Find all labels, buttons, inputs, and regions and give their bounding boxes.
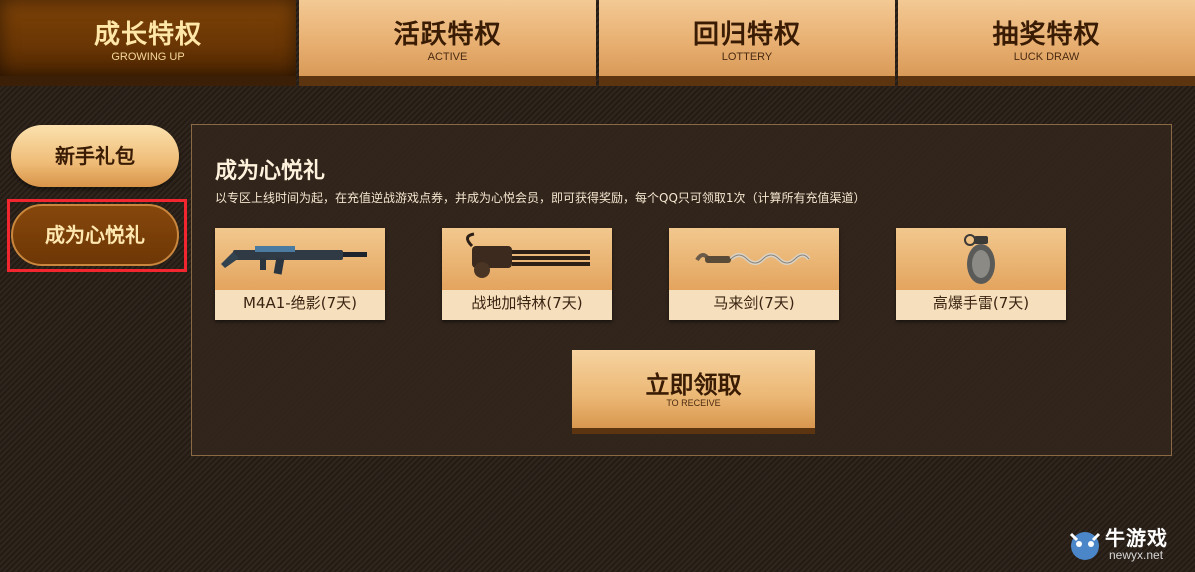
- tab-growing-up[interactable]: 成长特权 GROWING UP: [0, 0, 296, 86]
- tab-luck-draw[interactable]: 抽奖特权 LUCK DRAW: [898, 0, 1195, 86]
- reward-name: 战地加特林(7天): [471, 294, 583, 312]
- kris-sword-icon: [695, 253, 811, 265]
- tab-sublabel: LOTTERY: [721, 51, 773, 63]
- reward-item: 战地加特林(7天): [442, 228, 612, 320]
- gatling-icon: [466, 232, 590, 278]
- watermark-url: newyx.net: [1109, 548, 1164, 562]
- tab-return[interactable]: 回归特权 LOTTERY: [599, 0, 895, 86]
- tab-label: 抽奖特权: [992, 20, 1101, 50]
- reward-item: 马来剑(7天): [669, 228, 839, 320]
- reward-image: [669, 228, 839, 290]
- tab-label: 成长特权: [93, 20, 202, 50]
- reward-name: 马来剑(7天): [713, 294, 795, 312]
- reward-item: M4A1-绝影(7天): [215, 228, 385, 320]
- receive-button[interactable]: 立即领取 TO RECEIVE: [572, 350, 815, 434]
- bull-logo-icon: [1069, 532, 1101, 560]
- panel-description: 以专区上线时间为起，在充值逆战游戏点券，并成为心悦会员，即可获得奖励，每个QQ只…: [215, 191, 866, 205]
- tab-label: 活跃特权: [393, 20, 502, 50]
- tab-label: 回归特权: [692, 20, 801, 50]
- gift-panel: 成为心悦礼 以专区上线时间为起，在充值逆战游戏点券，并成为心悦会员，即可获得奖励…: [191, 124, 1172, 456]
- reward-name: 高爆手雷(7天): [932, 294, 1030, 312]
- top-tabs: 成长特权 GROWING UP 活跃特权 ACTIVE 回归特权 LOTTERY…: [0, 0, 1195, 96]
- panel-title: 成为心悦礼: [215, 159, 326, 184]
- grenade-icon: [964, 234, 995, 284]
- receive-label: 立即领取: [645, 371, 742, 399]
- reward-image: [215, 228, 385, 290]
- sidebar-item-newbie-pack[interactable]: 新手礼包: [11, 125, 179, 187]
- reward-image: [896, 228, 1066, 290]
- receive-sublabel: TO RECEIVE: [666, 398, 721, 408]
- sidebar-item-xinyue-gift[interactable]: 成为心悦礼: [11, 204, 179, 266]
- reward-image: [442, 228, 612, 290]
- tab-sublabel: GROWING UP: [111, 51, 185, 63]
- reward-item: 高爆手雷(7天): [896, 228, 1066, 320]
- tab-sublabel: ACTIVE: [427, 51, 468, 63]
- tab-sublabel: LUCK DRAW: [1013, 51, 1080, 63]
- rifle-icon: [221, 246, 367, 275]
- reward-name: M4A1-绝影(7天): [243, 294, 357, 312]
- watermark-brand: 牛游戏: [1105, 526, 1168, 550]
- tab-active[interactable]: 活跃特权 ACTIVE: [299, 0, 596, 86]
- watermark: 牛游戏 newyx.net: [1065, 522, 1185, 566]
